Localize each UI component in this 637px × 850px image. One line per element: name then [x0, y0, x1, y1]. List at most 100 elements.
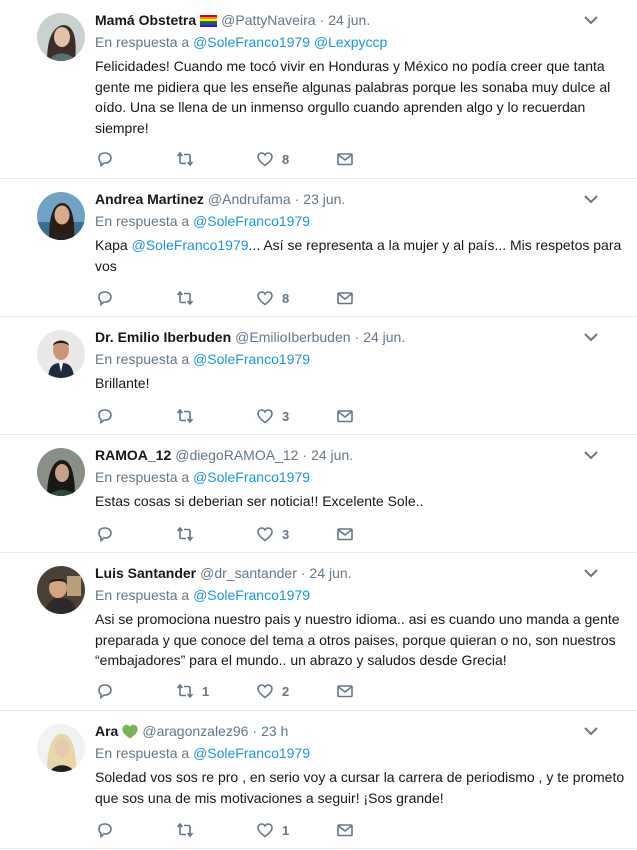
separator-dot: · — [300, 565, 306, 581]
display-name[interactable]: Luis Santander — [95, 565, 196, 581]
handle[interactable]: @EmilioIberbuden — [235, 329, 350, 345]
chevron-down-icon[interactable] — [583, 565, 599, 581]
tweet-text: Estas cosas si deberian ser noticia!! Ex… — [95, 493, 424, 509]
chevron-down-icon[interactable] — [583, 191, 599, 207]
direct-message-icon — [337, 824, 353, 837]
retweet-icon — [176, 408, 194, 424]
reply-button[interactable] — [96, 682, 176, 700]
direct-message-button[interactable] — [336, 682, 416, 700]
retweet-icon — [176, 290, 194, 306]
display-name[interactable]: Dr. Emilio Iberbuden — [95, 329, 231, 345]
direct-message-button[interactable] — [336, 407, 416, 425]
reply-button[interactable] — [96, 407, 176, 425]
display-name[interactable]: Andrea Martinez — [95, 191, 204, 207]
mention-link[interactable]: @SoleFranco1979 — [193, 351, 310, 367]
direct-message-button[interactable] — [336, 821, 416, 839]
mention-link[interactable]: @SoleFranco1979 — [193, 745, 310, 761]
retweet-button[interactable] — [176, 289, 256, 307]
retweet-icon — [176, 151, 194, 167]
retweet-button[interactable] — [176, 525, 256, 543]
avatar[interactable] — [37, 192, 85, 240]
reply-context: En respuesta a @SoleFranco1979 — [95, 351, 625, 369]
chevron-down-icon[interactable] — [583, 447, 599, 463]
timestamp[interactable]: 23 jun. — [303, 191, 345, 207]
retweet-button[interactable] — [176, 821, 256, 839]
chevron-down-icon[interactable] — [583, 12, 599, 28]
reply-button[interactable] — [96, 150, 176, 168]
like-button[interactable]: 2 — [256, 682, 336, 700]
reply-icon — [98, 291, 112, 307]
handle[interactable]: @aragonzalez96 — [142, 723, 248, 739]
tweet-header: Andrea Martinez @Andrufama · 23 jun. — [95, 189, 625, 209]
handle[interactable]: @dr_santander — [200, 565, 297, 581]
chevron-down-icon[interactable] — [583, 723, 599, 739]
display-name[interactable]: RAMOA_12 — [95, 447, 171, 463]
like-count: 8 — [282, 151, 290, 167]
like-button[interactable]: 3 — [256, 525, 336, 543]
tweet-actions: 3 — [96, 516, 416, 552]
direct-message-button[interactable] — [336, 289, 416, 307]
tweet[interactable]: RAMOA_12 @diegoRAMOA_12 · 24 jun. En res… — [0, 435, 637, 553]
retweet-icon — [176, 822, 194, 838]
like-count: 3 — [282, 526, 290, 542]
reply-icon — [98, 152, 112, 168]
handle[interactable]: @diegoRAMOA_12 — [175, 447, 298, 463]
avatar[interactable] — [37, 566, 85, 614]
tweet[interactable]: Mamá Obstetra @PattyNaveira · 24 jun. En… — [0, 0, 637, 179]
avatar[interactable] — [37, 13, 85, 61]
direct-message-button[interactable] — [336, 150, 416, 168]
tweet[interactable]: Ara @aragonzalez96 · 23 h En respuesta a… — [0, 711, 637, 849]
tweet-header: Dr. Emilio Iberbuden @EmilioIberbuden · … — [95, 327, 625, 347]
timestamp[interactable]: 24 jun. — [363, 329, 405, 345]
mention-link[interactable]: @SoleFranco1979 — [193, 469, 310, 485]
timestamp[interactable]: 24 jun. — [328, 12, 370, 28]
tweet[interactable]: Luis Santander @dr_santander · 24 jun. E… — [0, 553, 637, 711]
avatar[interactable] — [37, 330, 85, 378]
reply-prefix: En respuesta a — [95, 351, 190, 367]
tweet[interactable]: Dr. Emilio Iberbuden @EmilioIberbuden · … — [0, 317, 637, 435]
like-button[interactable]: 1 — [256, 821, 336, 839]
mention-link[interactable]: @SoleFranco1979 — [193, 213, 310, 229]
reply-icon — [98, 409, 112, 425]
replies-feed: Mamá Obstetra @PattyNaveira · 24 jun. En… — [0, 0, 637, 849]
reply-context: En respuesta a @SoleFranco1979 @Lexpyccp — [95, 34, 625, 52]
display-name[interactable]: Ara — [95, 723, 118, 739]
retweet-button[interactable] — [176, 150, 256, 168]
mention-link[interactable]: @SoleFranco1979 — [193, 34, 310, 50]
mention-link[interactable]: @SoleFranco1979 — [193, 587, 310, 603]
handle[interactable]: @PattyNaveira — [221, 12, 315, 28]
timestamp[interactable]: 24 jun. — [311, 447, 353, 463]
chevron-down-icon[interactable] — [583, 329, 599, 345]
retweet-button[interactable]: 1 — [176, 682, 256, 700]
mention-link[interactable]: @Lexpyccp — [314, 34, 387, 50]
mention-link[interactable]: @SoleFranco1979 — [132, 237, 249, 253]
reply-button[interactable] — [96, 289, 176, 307]
like-count: 1 — [282, 822, 290, 838]
reply-context: En respuesta a @SoleFranco1979 — [95, 213, 625, 231]
like-icon — [257, 152, 273, 167]
avatar[interactable] — [37, 448, 85, 496]
like-button[interactable]: 8 — [256, 289, 336, 307]
direct-message-icon — [337, 685, 353, 698]
timestamp[interactable]: 24 jun. — [310, 565, 352, 581]
reply-button[interactable] — [96, 821, 176, 839]
tweet-text: Felicidades! Cuando me tocó vivir en Hon… — [95, 58, 611, 136]
tweet-text: Soledad vos sos re pro , en serio voy a … — [95, 769, 625, 806]
reply-icon — [98, 823, 112, 839]
tweet[interactable]: Andrea Martinez @Andrufama · 23 jun. En … — [0, 179, 637, 317]
like-button[interactable]: 8 — [256, 150, 336, 168]
display-name[interactable]: Mamá Obstetra — [95, 12, 196, 28]
retweet-button[interactable] — [176, 407, 256, 425]
reply-button[interactable] — [96, 525, 176, 543]
like-count: 2 — [282, 683, 290, 699]
timestamp[interactable]: 23 h — [261, 723, 288, 739]
avatar[interactable] — [37, 724, 85, 772]
rainbow-flag-icon — [200, 14, 218, 27]
green-heart-icon — [122, 724, 138, 739]
direct-message-button[interactable] — [336, 525, 416, 543]
like-button[interactable]: 3 — [256, 407, 336, 425]
handle[interactable]: @Andrufama — [208, 191, 291, 207]
reply-context: En respuesta a @SoleFranco1979 — [95, 469, 625, 487]
separator-dot: · — [354, 329, 360, 345]
tweet-text: Kapa @SoleFranco1979... Así se represent… — [95, 235, 625, 276]
